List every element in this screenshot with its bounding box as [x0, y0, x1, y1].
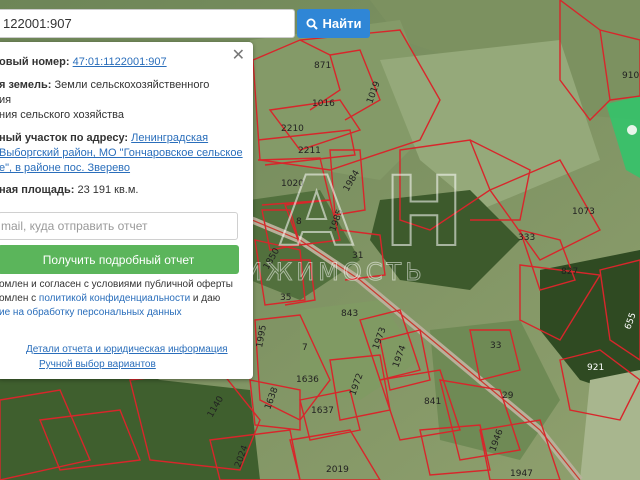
- search-input[interactable]: 122001:907: [0, 9, 295, 38]
- land-category-line2: ия: [0, 94, 12, 106]
- get-report-button[interactable]: Получить подробный отчет: [0, 245, 239, 274]
- parcel-label: 871: [314, 61, 331, 71]
- parcel-label: 7: [302, 343, 308, 353]
- parcel-label: 33: [490, 341, 501, 351]
- address-link-2[interactable]: Выборгский район, МО "Гончаровское сельс…: [0, 147, 243, 159]
- consent-offer: омлен и согласен с условиями публичной о…: [0, 279, 233, 290]
- search-icon: [306, 18, 318, 30]
- area-label: ная площадь:: [0, 184, 75, 196]
- manual-select-link[interactable]: Ручной выбор вариантов: [39, 359, 156, 370]
- parcel-label: 1947: [510, 469, 533, 479]
- search-button-label: Найти: [322, 16, 362, 31]
- parcel-label: 1636: [296, 375, 319, 385]
- consent-privacy-text-b: и даю: [190, 293, 221, 304]
- address-link-3[interactable]: е", в районе пос. Зверево: [0, 162, 130, 174]
- parcel-label: 827: [561, 267, 578, 277]
- cadastral-number-link[interactable]: 47:01:1122001:907: [73, 56, 167, 68]
- parcel-label: 2211: [298, 146, 321, 156]
- land-category-label: я земель:: [0, 79, 52, 91]
- close-icon[interactable]: ✕: [232, 47, 245, 63]
- search-button[interactable]: Найти: [297, 9, 370, 38]
- parcel-label: 8: [296, 217, 302, 227]
- parcel-label: 31: [352, 251, 363, 261]
- parcel-info-panel: ✕ овый номер: 47:01:1122001:907 я земель…: [0, 42, 253, 379]
- parcel-label: 2019: [326, 465, 349, 475]
- privacy-policy-link[interactable]: политикой конфиденциальности: [39, 293, 190, 304]
- parcel-label: 29: [502, 391, 514, 401]
- parcel-label: 841: [424, 397, 441, 407]
- personal-data-consent-link[interactable]: ие на обработку персональных данных: [0, 307, 182, 318]
- parcel-label: 333: [518, 233, 535, 243]
- email-field[interactable]: [0, 212, 238, 240]
- parcel-label: 1016: [312, 99, 335, 109]
- parcel-label: 1637: [311, 406, 334, 416]
- parcel-label: 910: [622, 71, 639, 81]
- area-value: 23 191 кв.м.: [77, 184, 139, 196]
- parcel-label: 921: [587, 363, 604, 373]
- address-link-1[interactable]: Ленинградская: [131, 132, 208, 144]
- parcel-label: 2210: [281, 124, 304, 134]
- report-details-link[interactable]: Детали отчета и юридическая информация: [26, 344, 228, 355]
- land-purpose: ния сельского хозяйства: [0, 109, 125, 121]
- parcel-label: 35: [280, 293, 291, 303]
- consent-privacy-text-a: омлен с: [0, 293, 39, 304]
- parcel-label: 1020: [281, 179, 304, 189]
- parcel-label: 1073: [572, 207, 595, 217]
- parcel-label: 843: [341, 309, 358, 319]
- land-category-value: Земли сельскохозяйственного: [54, 79, 210, 91]
- cadastral-number-label: овый номер:: [0, 56, 70, 68]
- address-label: ный участок по адресу:: [0, 132, 129, 144]
